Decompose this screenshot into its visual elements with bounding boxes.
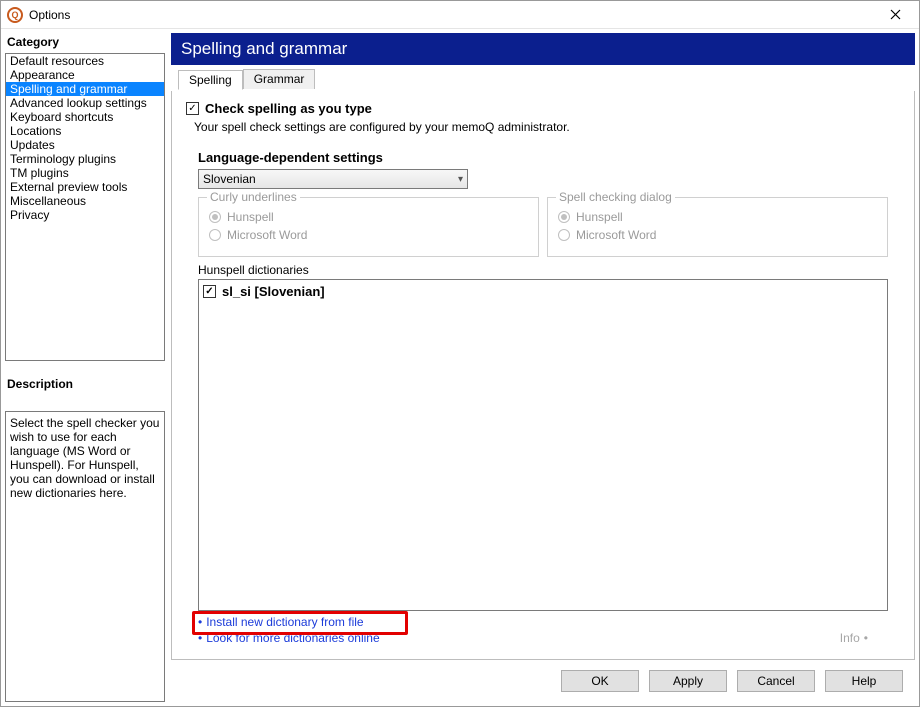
dialog-word-label: Microsoft Word — [576, 228, 656, 242]
dialog-hunspell-radio — [558, 211, 570, 223]
bullet-icon: • — [864, 631, 868, 645]
dictionary-checkbox[interactable]: ✓ — [203, 285, 216, 298]
language-value: Slovenian — [203, 172, 256, 186]
language-select[interactable]: Slovenian ▾ — [198, 169, 468, 189]
bullet-icon: • — [198, 631, 202, 645]
dictionary-label: sl_si [Slovenian] — [222, 284, 325, 299]
dialog-legend: Spell checking dialog — [556, 190, 675, 204]
dialog-word-radio — [558, 229, 570, 241]
curly-underlines-group: Curly underlines Hunspell Microsoft Word — [198, 197, 539, 257]
dictionary-list[interactable]: ✓ sl_si [Slovenian] — [198, 279, 888, 611]
titlebar: Q Options — [1, 1, 919, 29]
category-item[interactable]: Privacy — [6, 208, 164, 222]
category-item[interactable]: Appearance — [6, 68, 164, 82]
curly-word-label: Microsoft Word — [227, 228, 307, 242]
curly-hunspell-label: Hunspell — [227, 210, 274, 224]
tab-panel: Spelling Grammar ✓ Check spelling as you… — [171, 91, 915, 660]
curly-legend: Curly underlines — [207, 190, 300, 204]
category-item[interactable]: TM plugins — [6, 166, 164, 180]
category-item-selected[interactable]: Spelling and grammar — [6, 82, 164, 96]
close-icon — [890, 9, 901, 20]
close-button[interactable] — [873, 1, 917, 29]
dictionary-item[interactable]: ✓ sl_si [Slovenian] — [203, 284, 883, 299]
tab-grammar[interactable]: Grammar — [243, 69, 316, 89]
info-link[interactable]: Info • — [840, 631, 868, 645]
help-button[interactable]: Help — [825, 670, 903, 692]
bullet-icon: • — [198, 615, 202, 629]
category-item[interactable]: Miscellaneous — [6, 194, 164, 208]
category-item[interactable]: External preview tools — [6, 180, 164, 194]
category-item[interactable]: Terminology plugins — [6, 152, 164, 166]
category-heading: Category — [5, 33, 165, 53]
curly-word-radio — [209, 229, 221, 241]
window-title: Options — [29, 8, 70, 22]
cancel-button[interactable]: Cancel — [737, 670, 815, 692]
admin-hint: Your spell check settings are configured… — [194, 120, 900, 134]
tab-spelling[interactable]: Spelling — [178, 70, 243, 90]
description-box: Select the spell checker you wish to use… — [5, 411, 165, 702]
sidebar: Category Default resources Appearance Sp… — [5, 33, 165, 702]
app-icon: Q — [7, 7, 23, 23]
dialog-hunspell-label: Hunspell — [576, 210, 623, 224]
lookup-dictionaries-link[interactable]: • Look for more dictionaries online — [198, 631, 888, 645]
category-item[interactable]: Locations — [6, 124, 164, 138]
category-item[interactable]: Keyboard shortcuts — [6, 110, 164, 124]
chevron-down-icon: ▾ — [458, 174, 463, 185]
check-spelling-checkbox[interactable]: ✓ — [186, 102, 199, 115]
category-item[interactable]: Default resources — [6, 54, 164, 68]
apply-button[interactable]: Apply — [649, 670, 727, 692]
page-title: Spelling and grammar — [171, 33, 915, 65]
spell-dialog-group: Spell checking dialog Hunspell Microsoft… — [547, 197, 888, 257]
options-window: Q Options Category Default resources App… — [0, 0, 920, 707]
check-spelling-label: Check spelling as you type — [205, 101, 372, 116]
lang-dep-heading: Language-dependent settings — [198, 150, 900, 165]
category-list[interactable]: Default resources Appearance Spelling an… — [5, 53, 165, 361]
main: Spelling and grammar Spelling Grammar ✓ … — [171, 33, 915, 702]
hunspell-dict-heading: Hunspell dictionaries — [198, 263, 900, 277]
description-heading: Description — [5, 375, 165, 395]
install-dictionary-link[interactable]: • Install new dictionary from file — [198, 615, 888, 629]
footer: OK Apply Cancel Help — [171, 660, 915, 702]
category-item[interactable]: Updates — [6, 138, 164, 152]
curly-hunspell-radio — [209, 211, 221, 223]
ok-button[interactable]: OK — [561, 670, 639, 692]
category-item[interactable]: Advanced lookup settings — [6, 96, 164, 110]
